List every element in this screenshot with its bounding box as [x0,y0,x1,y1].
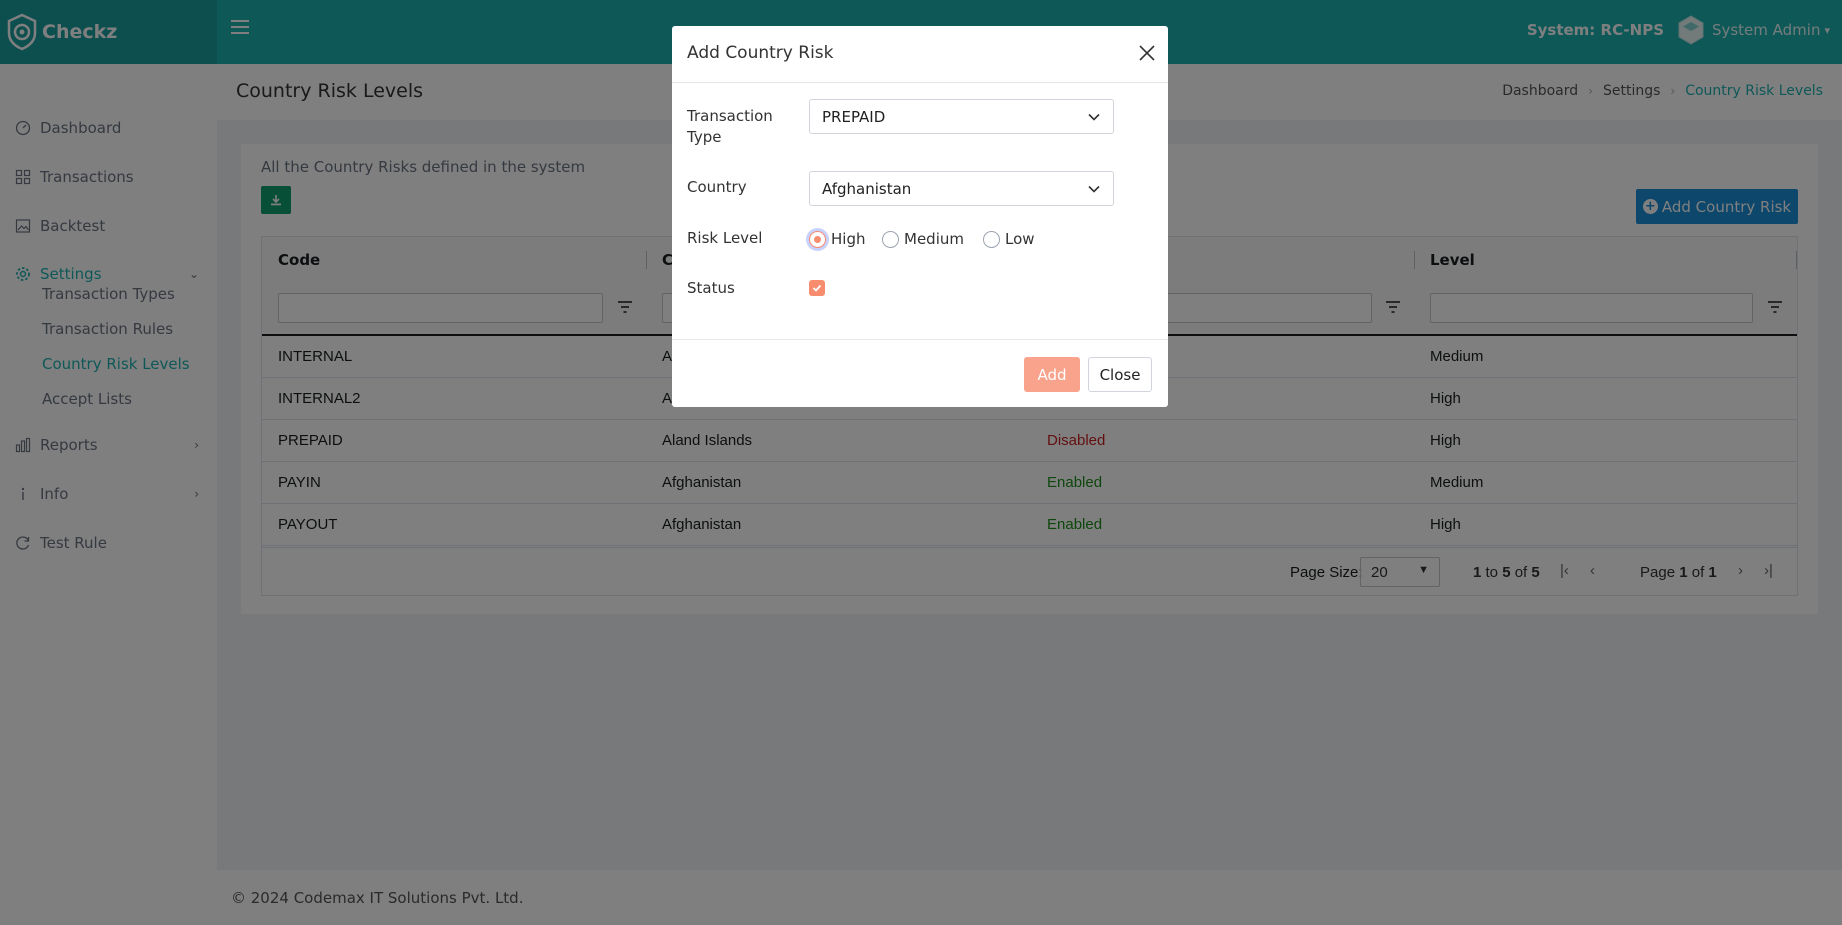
risk-level-medium-radio[interactable]: Medium [882,230,964,248]
transaction-type-select[interactable]: PREPAID [809,99,1114,134]
add-country-risk-modal: Add Country Risk Transaction Type PREPAI… [672,26,1168,407]
chevron-down-icon [1088,113,1100,121]
transaction-type-value: PREPAID [822,108,886,126]
risk-level-low-radio[interactable]: Low [983,230,1035,248]
transaction-type-label: Transaction Type [687,107,773,146]
country-select[interactable]: Afghanistan [809,171,1114,206]
radio-label: High [831,230,866,248]
chevron-down-icon [1088,185,1100,193]
status-checkbox[interactable] [809,280,825,296]
status-label: Status [687,279,735,297]
risk-level-label: Risk Level [687,229,763,247]
risk-level-high-radio[interactable]: High [809,230,865,248]
radio-dot [809,230,826,248]
radio-label: Medium [904,230,964,248]
radio-dot [983,230,1000,248]
close-icon[interactable] [1138,44,1156,62]
modal-header: Add Country Risk [672,26,1168,83]
country-value: Afghanistan [822,180,912,198]
close-button[interactable]: Close [1088,357,1152,392]
check-icon [812,284,822,292]
modal-footer: Add Close [672,339,1168,407]
add-button[interactable]: Add [1024,357,1080,392]
country-label: Country [687,178,747,196]
radio-label: Low [1005,230,1035,248]
radio-dot [882,230,899,248]
modal-title: Add Country Risk [687,43,834,63]
